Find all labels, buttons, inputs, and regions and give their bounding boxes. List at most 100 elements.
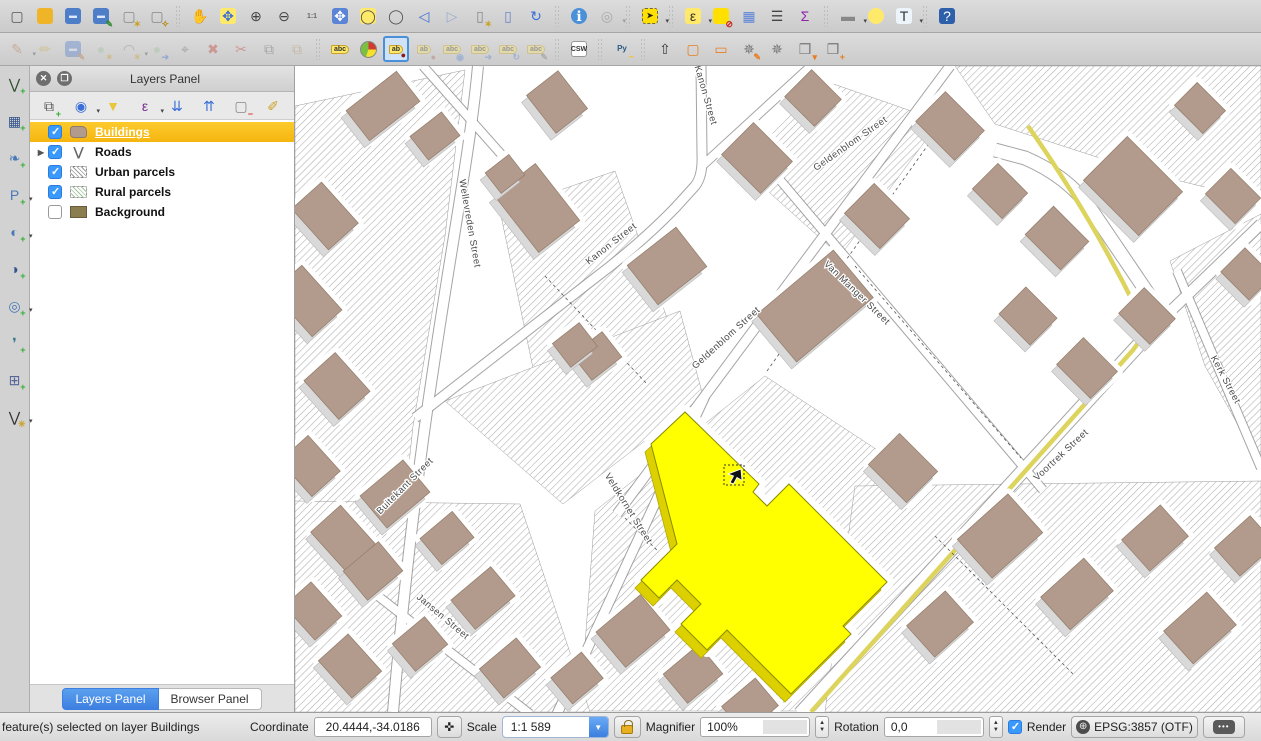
chevron-down-icon[interactable]: ▼	[589, 717, 608, 737]
float-panel-button[interactable]: ❐	[57, 71, 72, 86]
layer-list: Buildings ▶⋁RoadsUrban parcelsRural parce…	[30, 120, 294, 684]
zoom-full-button[interactable]: ✥	[327, 3, 353, 29]
map-tips-button[interactable]	[863, 3, 889, 29]
filter-legend-button[interactable]: ▼	[100, 93, 126, 119]
add-group-button[interactable]: ⧉+	[36, 93, 62, 119]
save-project-button[interactable]: ▬	[60, 3, 86, 29]
crs-status-button[interactable]: ⊕ EPSG:3857 (OTF)	[1071, 716, 1198, 738]
add-postgis-layer-button[interactable]: P+▾	[3, 183, 27, 207]
scale-combobox[interactable]: 1:1 589 ▼	[502, 716, 609, 738]
tab-browser-panel[interactable]: Browser Panel	[159, 688, 262, 710]
add-vector-layer-button[interactable]: ⋁+	[3, 72, 27, 96]
new-shapefile-layer-button[interactable]: ⊞+	[3, 368, 27, 392]
refresh-button[interactable]: ↻	[523, 3, 549, 29]
layer-label: Buildings	[95, 125, 150, 139]
add-circular-string-button: ◠✶▾	[116, 36, 142, 62]
layer-item-urban-parcels[interactable]: Urban parcels	[30, 162, 294, 182]
add-spatialite-layer-button[interactable]: ❧+	[3, 146, 27, 170]
wand-edit-tool-button[interactable]: ✵✎	[736, 36, 762, 62]
scale-lock-button[interactable]	[614, 716, 641, 738]
attribute-table-button[interactable]: ▦	[736, 3, 762, 29]
toolbar-separator	[175, 5, 182, 27]
magnifier-stepper[interactable]: ▲▼	[815, 716, 829, 738]
zoom-out-button[interactable]: ⊖	[271, 3, 297, 29]
layer-swatch-hatch-green	[70, 186, 87, 198]
add-wfs-layer-button[interactable]: ◎+▾	[3, 294, 27, 318]
mouse-tracking-button[interactable]: ✜	[437, 716, 462, 738]
zoom-last-button[interactable]: ◁	[411, 3, 437, 29]
label-toolbar-abc-button[interactable]: abc	[327, 36, 353, 62]
add-wms-layer-button[interactable]: ◐+▾	[3, 220, 27, 244]
add-wcs-layer-button[interactable]: ◑+	[3, 257, 27, 281]
pan-map-button[interactable]: ✋	[187, 3, 213, 29]
message-log-button[interactable]: •••	[1203, 716, 1245, 738]
save-project-as-button[interactable]: ▬✎	[88, 3, 114, 29]
filter-by-expression-button[interactable]: ε▾	[132, 93, 158, 119]
zoom-in-button[interactable]: ⊕	[243, 3, 269, 29]
rotation-label: Rotation	[834, 720, 879, 734]
magnifier-input[interactable]: 100%	[700, 717, 810, 737]
current-edits-button: ✎▾	[4, 36, 30, 62]
zoom-to-selection-button[interactable]: ◯	[355, 3, 381, 29]
label-pin-button[interactable]: ab●	[383, 36, 409, 62]
layer-visibility-checkbox[interactable]	[48, 165, 62, 179]
add-feature-button: ●✶	[88, 36, 114, 62]
pan-to-selection-button[interactable]: ✥	[215, 3, 241, 29]
select-features-button[interactable]: ➤▾	[637, 3, 663, 29]
collapse-all-button[interactable]: ⇈	[196, 93, 222, 119]
identify-features-button[interactable]: ℹ	[566, 3, 592, 29]
add-raster-layer-button[interactable]: ▦+	[3, 109, 27, 133]
open-project-button[interactable]	[32, 3, 58, 29]
status-bar: feature(s) selected on layer Buildings C…	[0, 712, 1261, 741]
field-calculator-button[interactable]: ☰	[764, 3, 790, 29]
toolbar-separator	[315, 38, 322, 60]
rotation-input[interactable]: 0,0	[884, 717, 984, 737]
extent-frame-tool-button[interactable]: ▭	[708, 36, 734, 62]
map-canvas[interactable]: Kanon StreetGeldenblom StreetWellevreden…	[295, 66, 1261, 712]
layer-item-background[interactable]: Background	[30, 202, 294, 222]
layer-item-buildings[interactable]: Buildings	[30, 122, 294, 142]
add-mssql-layer-button[interactable]: ❜+	[3, 331, 27, 355]
help-button[interactable]: ?	[934, 3, 960, 29]
show-bookmarks-button[interactable]: ▯	[495, 3, 521, 29]
python-console-button[interactable]: Py~	[609, 36, 635, 62]
new-layer-button[interactable]: ⋁✳▾	[3, 405, 27, 429]
style-brush-button[interactable]: ✐	[260, 93, 286, 119]
coordinate-input[interactable]: 20.4444,-34.0186	[314, 717, 432, 737]
layer-item-rural-parcels[interactable]: Rural parcels	[30, 182, 294, 202]
zoom-to-layer-button[interactable]: ◯	[383, 3, 409, 29]
north-arrow-tool-button[interactable]: ⇧	[652, 36, 678, 62]
metasearch-csw-button[interactable]: CSW	[566, 36, 592, 62]
select-region-tool-button[interactable]: ▢	[680, 36, 706, 62]
manage-visibility-button[interactable]: ◉▾	[68, 93, 94, 119]
node-tool-button: ⌖	[172, 36, 198, 62]
layer-visibility-checkbox[interactable]	[48, 205, 62, 219]
wand-tool-button[interactable]: ✵	[764, 36, 790, 62]
toolbar-separator	[640, 38, 647, 60]
label-pie-diagram-button[interactable]	[355, 36, 381, 62]
atlas-refresh-tool-button[interactable]: ❒▾	[792, 36, 818, 62]
expand-arrow-icon[interactable]: ▶	[34, 148, 48, 157]
new-bookmark-button[interactable]: ▯✶	[467, 3, 493, 29]
atlas-add-tool-button[interactable]: ❒+	[820, 36, 846, 62]
rotation-stepper[interactable]: ▲▼	[989, 716, 1003, 738]
layer-visibility-checkbox[interactable]	[48, 185, 62, 199]
close-panel-button[interactable]: ✕	[36, 71, 51, 86]
layer-visibility-checkbox[interactable]	[48, 125, 62, 139]
statistics-button[interactable]: Σ	[792, 3, 818, 29]
toolbar-separator	[823, 5, 830, 27]
layer-visibility-checkbox[interactable]	[48, 145, 62, 159]
measure-button[interactable]: ▬▾	[835, 3, 861, 29]
layer-item-roads[interactable]: ▶⋁Roads	[30, 142, 294, 162]
tab-layers-panel[interactable]: Layers Panel	[62, 688, 158, 710]
composer-manager-button[interactable]: ▢✧	[144, 3, 170, 29]
deselect-all-button[interactable]: ⊘	[708, 3, 734, 29]
select-by-expression-button[interactable]: ε▾	[680, 3, 706, 29]
remove-layer-button[interactable]: ▢−	[228, 93, 254, 119]
render-checkbox[interactable]	[1008, 720, 1022, 734]
zoom-native-button[interactable]: 1:1	[299, 3, 325, 29]
expand-all-button[interactable]: ⇊	[164, 93, 190, 119]
new-project-button[interactable]: ▢	[4, 3, 30, 29]
new-print-composer-button[interactable]: ▢✶	[116, 3, 142, 29]
text-annotation-button[interactable]: T▾	[891, 3, 917, 29]
